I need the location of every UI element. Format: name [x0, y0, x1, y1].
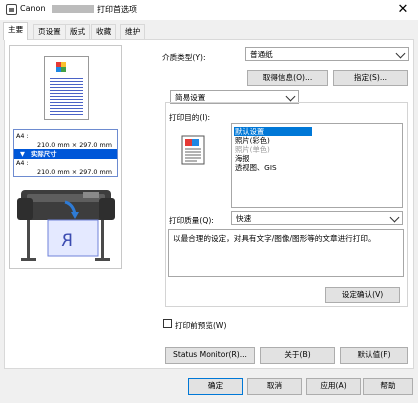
printer-illustration: R — [13, 184, 119, 268]
specify-button[interactable]: 指定(S)... — [333, 70, 408, 86]
window-title-prefix: Canon — [20, 4, 46, 13]
ok-button[interactable]: 确定 — [188, 378, 243, 395]
title-bar: Canon 打印首选项 ✕ — [0, 0, 418, 20]
document-purpose-icon — [181, 135, 214, 166]
tab-favorites[interactable]: 收藏 — [91, 24, 117, 39]
chevron-down-icon — [285, 91, 296, 102]
window-title: 打印首选项 — [97, 5, 137, 14]
svg-text:R: R — [61, 231, 73, 251]
get-info-button[interactable]: 取得信息(O)... — [247, 70, 328, 86]
list-item[interactable]: 透视图、GIS — [234, 163, 312, 172]
print-purpose-label: 打印目的(I): — [169, 113, 211, 122]
chevron-down-icon — [395, 48, 406, 59]
paper-size-info: A4 : 210.0 mm × 297.0 mm ▼ 实际尺寸 A4 : 210… — [13, 129, 118, 177]
preview-before-print-checkbox[interactable] — [163, 319, 172, 328]
printer-app-icon — [6, 4, 17, 15]
media-type-label: 介质类型(Y): — [162, 53, 206, 62]
tab-maintenance[interactable]: 维护 — [120, 24, 146, 39]
help-button[interactable]: 帮助 — [363, 378, 413, 395]
close-icon[interactable]: ✕ — [388, 0, 418, 20]
page-preview — [44, 56, 89, 120]
print-quality-value: 快速 — [236, 214, 252, 223]
tab-main[interactable]: 主要 — [3, 22, 29, 40]
list-item[interactable]: 海报 — [234, 154, 312, 163]
status-monitor-button[interactable]: Status Monitor(R)... — [165, 347, 255, 364]
cancel-button[interactable]: 取消 — [247, 378, 302, 395]
defaults-button[interactable]: 默认值(F) — [340, 347, 408, 364]
description-text: 以最合理的设定，对具有文字/图像/图形等的文章进行打印。 — [168, 229, 404, 277]
preview-area: A4 : 210.0 mm × 297.0 mm ▼ 实际尺寸 A4 : 210… — [9, 45, 122, 269]
output-size-value: 210.0 mm × 297.0 mm — [37, 168, 112, 176]
preview-before-print-label: 打印前预览(W) — [175, 321, 227, 330]
redacted-model-name — [52, 5, 94, 13]
apply-button[interactable]: 应用(A) — [306, 378, 361, 395]
tab-page-setup[interactable]: 页设置 — [33, 24, 66, 39]
tab-layout[interactable]: 版式 — [65, 24, 91, 39]
print-quality-label: 打印质量(Q): — [169, 216, 214, 225]
list-item: 照片(单色) — [235, 145, 270, 154]
document-image-icon — [56, 62, 66, 72]
about-button[interactable]: 关于(B) — [260, 347, 335, 364]
chevron-down-icon — [389, 212, 400, 223]
media-type-select[interactable]: 普通纸 — [245, 47, 409, 61]
text-lines — [50, 76, 83, 116]
print-purpose-list[interactable]: 默认设置 照片(彩色) 照片(单色) 海报 透视图、GIS — [231, 123, 403, 208]
media-type-value: 普通纸 — [250, 50, 273, 59]
list-item[interactable]: 默认设置 — [234, 127, 312, 136]
print-quality-select[interactable]: 快速 — [231, 211, 403, 225]
list-item[interactable]: 照片(彩色) — [234, 136, 312, 145]
confirm-settings-button[interactable]: 设定确认(V) — [325, 287, 400, 303]
